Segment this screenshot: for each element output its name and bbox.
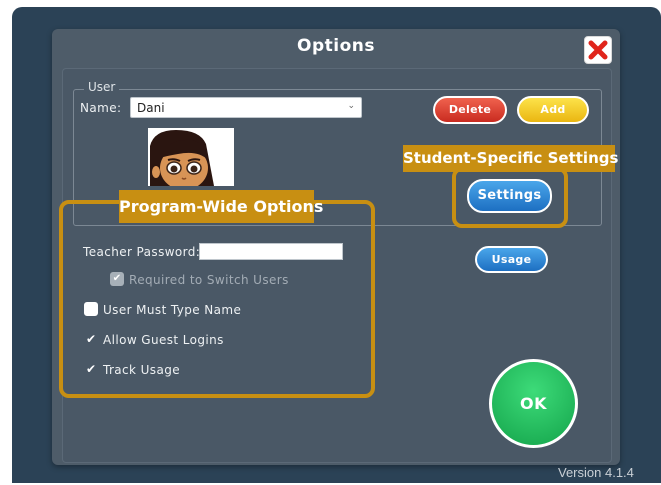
add-button[interactable]: Add (517, 96, 589, 124)
usage-button[interactable]: Usage (475, 246, 548, 273)
user-group-label: User (84, 80, 120, 94)
avatar-face-icon (148, 128, 234, 186)
delete-button[interactable]: Delete (433, 96, 507, 124)
name-dropdown[interactable]: Dani ⌄ (130, 97, 362, 118)
name-dropdown-value: Dani (137, 101, 165, 115)
ok-button[interactable]: OK (489, 359, 578, 448)
student-specific-callout: Student-Specific Settings (403, 145, 618, 172)
version-label: Version 4.1.4 (558, 465, 634, 480)
program-wide-callout: Program-Wide Options (119, 190, 323, 223)
chevron-down-icon: ⌄ (347, 101, 355, 111)
name-label: Name: (80, 101, 122, 115)
program-wide-callout-frame (59, 200, 375, 398)
user-avatar (148, 128, 234, 186)
close-x-icon (588, 40, 608, 60)
close-button[interactable] (584, 36, 612, 64)
dialog-title: Options (297, 36, 375, 56)
settings-callout-frame (452, 167, 568, 228)
